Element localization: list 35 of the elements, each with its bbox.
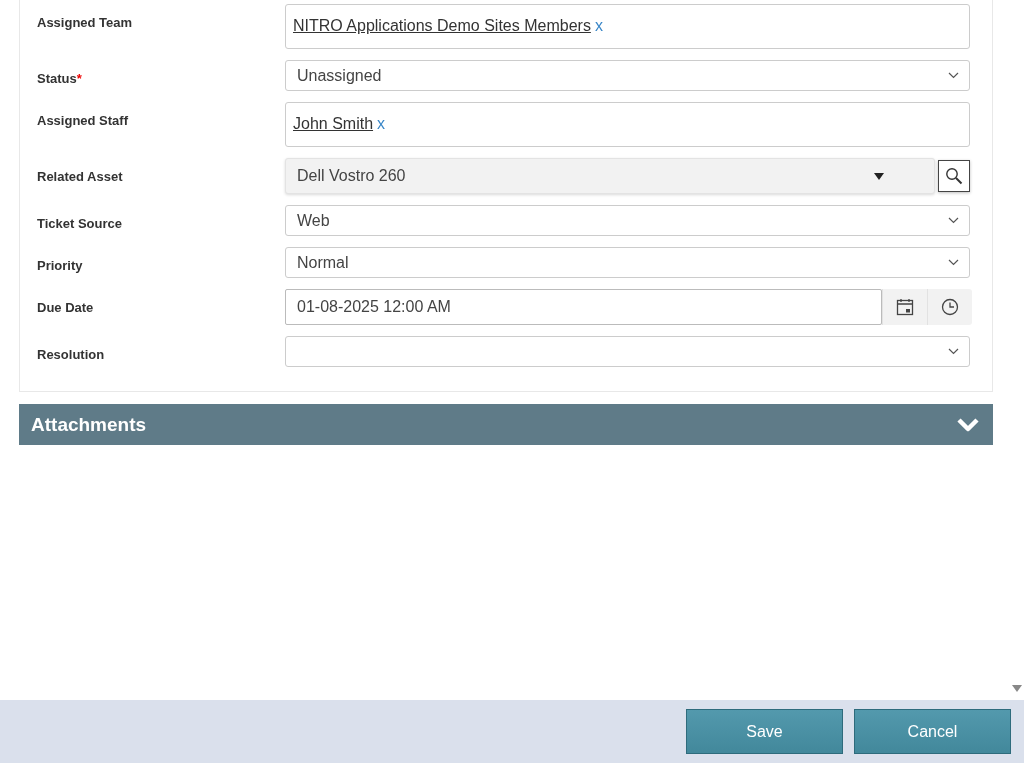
- field-label: Resolution: [37, 346, 106, 362]
- person-tag[interactable]: John Smith: [293, 115, 374, 133]
- remove-tag-link[interactable]: x: [377, 115, 386, 133]
- people-picker-field[interactable]: John Smith x: [285, 102, 970, 147]
- dropdown-field[interactable]: Normal: [285, 247, 970, 278]
- chevron-down-icon: [948, 72, 959, 79]
- lookup-dropdown-field[interactable]: Dell Vostro 260: [285, 158, 935, 194]
- field-label: Due Date: [37, 299, 95, 315]
- field-label: Assigned Team: [37, 14, 134, 30]
- search-button[interactable]: [938, 160, 970, 192]
- field-label: Related Asset: [37, 168, 124, 184]
- search-icon: [945, 167, 963, 185]
- section-title: Attachments: [31, 413, 147, 436]
- clock-icon: [941, 298, 959, 316]
- date-time-field[interactable]: 01-08-2025 12:00 AM: [285, 289, 882, 325]
- scroll-down-icon[interactable]: [1012, 685, 1022, 692]
- chevron-down-icon: [948, 348, 959, 355]
- field-label: Ticket Source: [37, 215, 124, 231]
- chevron-down-icon: [948, 217, 959, 224]
- cancel-button[interactable]: Cancel: [854, 709, 1011, 754]
- person-tag[interactable]: NITRO Applications Demo Sites Members: [293, 17, 591, 35]
- chevron-down-icon: [948, 259, 959, 266]
- save-button[interactable]: Save: [686, 709, 843, 754]
- dropdown-triangle-icon: [874, 172, 884, 180]
- field-label: Priority: [37, 257, 84, 273]
- section-header[interactable]: Attachments: [19, 404, 993, 445]
- field-label: Status*: [37, 70, 83, 86]
- chevron-down-icon: [956, 416, 980, 433]
- dropdown-field[interactable]: Unassigned: [285, 60, 970, 91]
- field-label: Assigned Staff: [37, 112, 129, 128]
- calendar-icon: [896, 298, 914, 316]
- people-picker-field[interactable]: NITRO Applications Demo Sites Members x: [285, 4, 970, 49]
- dropdown-field[interactable]: Web: [285, 205, 970, 236]
- dropdown-field[interactable]: [285, 336, 970, 367]
- remove-tag-link[interactable]: x: [594, 17, 603, 35]
